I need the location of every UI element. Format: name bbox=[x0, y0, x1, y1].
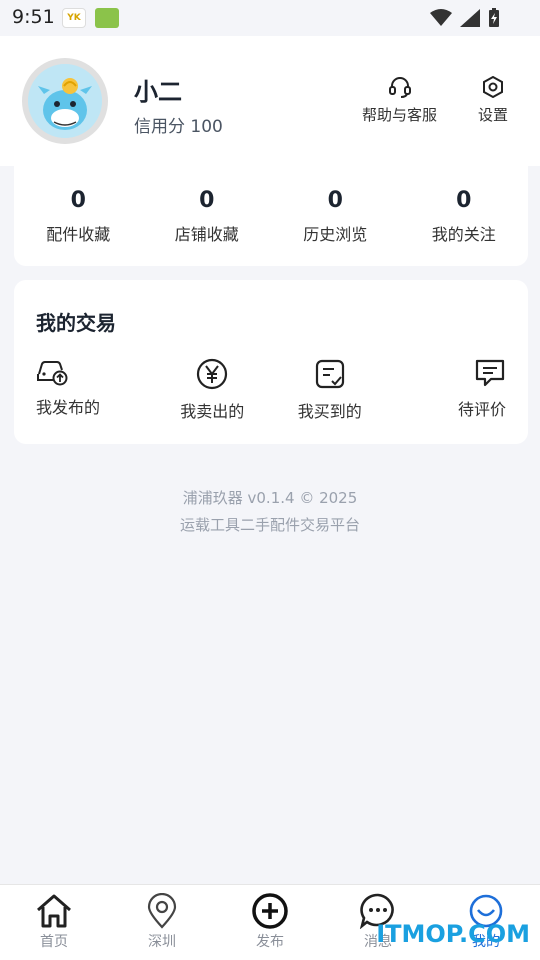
trade-label: 我发布的 bbox=[36, 398, 101, 417]
section-title: 我的交易 bbox=[36, 311, 116, 335]
home-icon bbox=[37, 894, 71, 928]
order-check-icon bbox=[315, 359, 344, 389]
status-indicators bbox=[430, 8, 500, 28]
car-upload-icon bbox=[37, 361, 68, 386]
nav-city[interactable]: 深圳 bbox=[108, 885, 216, 960]
stats-card: 0 配件收藏 0 店铺收藏 0 历史浏览 0 我的关注 bbox=[14, 166, 528, 266]
status-time: 9:51 bbox=[12, 6, 55, 28]
trade-actions: 我发布的 我卖出的 我买到的 待评价 bbox=[14, 358, 528, 422]
avatar[interactable] bbox=[22, 58, 108, 144]
app-version: 浦浦玖器 v0.1.4 © 2025 bbox=[182, 489, 358, 507]
app-notification-icon-2 bbox=[95, 8, 119, 28]
help-support-button[interactable]: 帮助与客服 bbox=[362, 76, 437, 125]
mascot-icon bbox=[28, 64, 102, 138]
trade-bought[interactable]: 我买到的 bbox=[271, 358, 389, 422]
app-tagline: 运载工具二手配件交易平台 bbox=[179, 516, 360, 534]
nav-label: 首页 bbox=[40, 934, 68, 950]
profile-header: 小二 信用分 100 帮助与客服 设置 bbox=[0, 36, 540, 166]
nav-label: 深圳 bbox=[148, 934, 176, 950]
trade-published[interactable]: 我发布的 bbox=[14, 358, 154, 422]
wifi-icon bbox=[430, 9, 452, 26]
help-support-label: 帮助与客服 bbox=[362, 106, 438, 124]
stat-label: 历史浏览 bbox=[303, 225, 368, 244]
yen-icon bbox=[197, 358, 228, 390]
stat-value: 0 bbox=[70, 188, 86, 213]
stat-history[interactable]: 0 历史浏览 bbox=[271, 166, 400, 266]
watermark: ITMOP.COM bbox=[376, 920, 530, 948]
nav-publish[interactable]: 发布 bbox=[216, 885, 324, 960]
settings-label: 设置 bbox=[478, 106, 509, 124]
avatar-image bbox=[28, 64, 102, 138]
gear-icon bbox=[483, 76, 503, 98]
comment-icon bbox=[475, 359, 505, 387]
trade-sold[interactable]: 我卖出的 bbox=[154, 358, 272, 422]
stat-label: 店铺收藏 bbox=[174, 225, 239, 244]
headset-icon bbox=[388, 77, 411, 98]
stat-value: 0 bbox=[456, 188, 472, 213]
trade-pending-review[interactable]: 待评价 bbox=[389, 358, 529, 422]
stat-value: 0 bbox=[327, 188, 343, 213]
nav-label: 发布 bbox=[256, 934, 284, 950]
my-trades-card: 我的交易 我发布的 我卖出的 我买到的 待评价 bbox=[14, 280, 528, 444]
trade-label: 待评价 bbox=[457, 400, 506, 419]
trade-label: 我卖出的 bbox=[180, 402, 245, 421]
stat-store-favorites[interactable]: 0 店铺收藏 bbox=[143, 166, 272, 266]
signal-icon bbox=[460, 9, 480, 27]
app-notification-icon: YK bbox=[62, 8, 86, 28]
username: 小二 bbox=[134, 78, 182, 106]
stat-parts-favorites[interactable]: 0 配件收藏 bbox=[14, 166, 143, 266]
status-bar: 9:51 YK bbox=[0, 0, 540, 36]
credit-score: 信用分 100 bbox=[134, 117, 223, 137]
stat-following[interactable]: 0 我的关注 bbox=[400, 166, 529, 266]
stat-value: 0 bbox=[199, 188, 215, 213]
nav-home[interactable]: 首页 bbox=[0, 885, 108, 960]
stat-label: 我的关注 bbox=[431, 225, 496, 244]
battery-icon bbox=[489, 8, 499, 27]
stat-label: 配件收藏 bbox=[46, 225, 111, 244]
settings-button[interactable]: 设置 bbox=[478, 76, 508, 125]
trade-label: 我买到的 bbox=[297, 402, 362, 421]
add-icon bbox=[252, 893, 288, 929]
location-icon bbox=[147, 893, 177, 929]
